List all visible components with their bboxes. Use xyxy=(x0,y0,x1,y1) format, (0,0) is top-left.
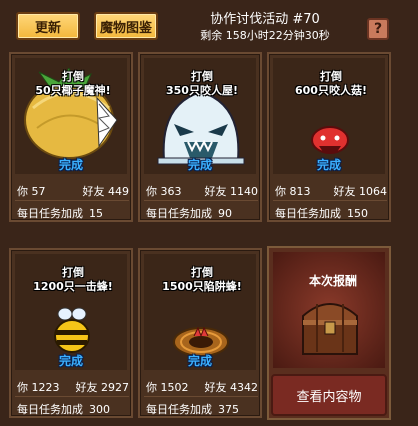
quest-art: 打倒 1200只一击蜂! 完成 xyxy=(15,254,127,370)
divider xyxy=(15,200,129,201)
daily-bonus: 每日任务加成 300 xyxy=(17,403,110,416)
complete-badge: 完成 xyxy=(59,354,84,368)
reward-panel: 本次报酬 查看内容物 xyxy=(267,246,391,420)
target-label: 350只咬人屋! xyxy=(166,84,238,97)
stats-row: 你 1223 好友 2927 xyxy=(17,379,129,395)
reward-title: 本次报酬 xyxy=(308,274,357,288)
target-label: 50只椰子魔神! xyxy=(35,84,111,97)
help-button[interactable]: ? xyxy=(367,18,389,40)
daily-bonus: 每日任务加成 150 xyxy=(275,207,368,220)
top-bar: 更新 魔物图鉴 协作讨伐活动 #70 剩余 158小时22分钟30秒 ? xyxy=(0,0,418,46)
friends-label: 好友 1140 xyxy=(204,185,259,198)
quest-card-biting-house[interactable]: 打倒 350只咬人屋! 完成 你 363 好友 1140 每日任务加成 90 xyxy=(138,52,262,222)
you-label: 你 57 xyxy=(17,185,46,198)
divider xyxy=(144,396,258,397)
daily-bonus: 每日任务加成 15 xyxy=(17,207,103,220)
stats-row: 你 813 好友 1064 xyxy=(275,183,387,199)
bee-monster-icon xyxy=(54,307,90,353)
reward-art: 本次报酬 xyxy=(273,252,385,368)
friends-label: 好友 2927 xyxy=(75,381,130,394)
view-contents-button[interactable]: 查看内容物 xyxy=(271,374,387,416)
daily-bonus: 每日任务加成 375 xyxy=(146,403,239,416)
quest-art: 打倒 600只咬人菇! 完成 xyxy=(273,58,385,174)
quest-card-trap-bee[interactable]: 打倒 1500只陷阱蜂! 完成 你 1502 好友 4342 每日任务加成 375 xyxy=(138,248,262,418)
divider xyxy=(15,396,129,397)
divider xyxy=(144,200,258,201)
mushroom-monster-icon xyxy=(311,126,349,154)
complete-badge: 完成 xyxy=(188,354,213,368)
quest-art: 打倒 1500只陷阱蜂! 完成 xyxy=(144,254,256,370)
event-title: 协作讨伐活动 #70 xyxy=(210,12,320,27)
event-remaining-time: 剩余 158小时22分钟30秒 xyxy=(200,29,330,42)
treasure-chest-icon xyxy=(302,303,358,355)
target-label: 1500只陷阱蜂! xyxy=(162,280,242,293)
quest-card-coconut[interactable]: 打倒 50只椰子魔神! 完成 你 57 好友 449 每日任务加成 15 xyxy=(9,52,133,222)
complete-badge: 完成 xyxy=(59,158,84,172)
friends-label: 好友 449 xyxy=(82,185,130,198)
quest-art: 打倒 50只椰子魔神! 完成 xyxy=(15,58,127,174)
update-button[interactable]: 更新 xyxy=(16,12,80,40)
daily-bonus: 每日任务加成 90 xyxy=(146,207,232,220)
friends-label: 好友 1064 xyxy=(333,185,388,198)
quest-card-one-hit-bee[interactable]: 打倒 1200只一击蜂! 完成 你 1223 好友 2927 每日任务加成 300 xyxy=(9,248,133,418)
you-label: 你 1502 xyxy=(146,381,189,394)
complete-badge: 完成 xyxy=(188,158,213,172)
stats-row: 你 363 好友 1140 xyxy=(146,183,258,199)
divider xyxy=(273,200,387,201)
stats-row: 你 57 好友 449 xyxy=(17,183,129,199)
stats-row: 你 1502 好友 4342 xyxy=(146,379,258,395)
you-label: 你 363 xyxy=(146,185,182,198)
target-label: 1200只一击蜂! xyxy=(33,280,113,293)
you-label: 你 1223 xyxy=(17,381,60,394)
quest-art: 打倒 350只咬人屋! 完成 xyxy=(144,58,256,174)
friends-label: 好友 4342 xyxy=(204,381,259,394)
bestiary-button[interactable]: 魔物图鉴 xyxy=(94,12,158,40)
complete-badge: 完成 xyxy=(317,158,342,172)
target-label: 600只咬人菇! xyxy=(295,84,367,97)
you-label: 你 813 xyxy=(275,185,311,198)
quest-card-biting-mushroom[interactable]: 打倒 600只咬人菇! 完成 你 813 好友 1064 每日任务加成 150 xyxy=(267,52,391,222)
